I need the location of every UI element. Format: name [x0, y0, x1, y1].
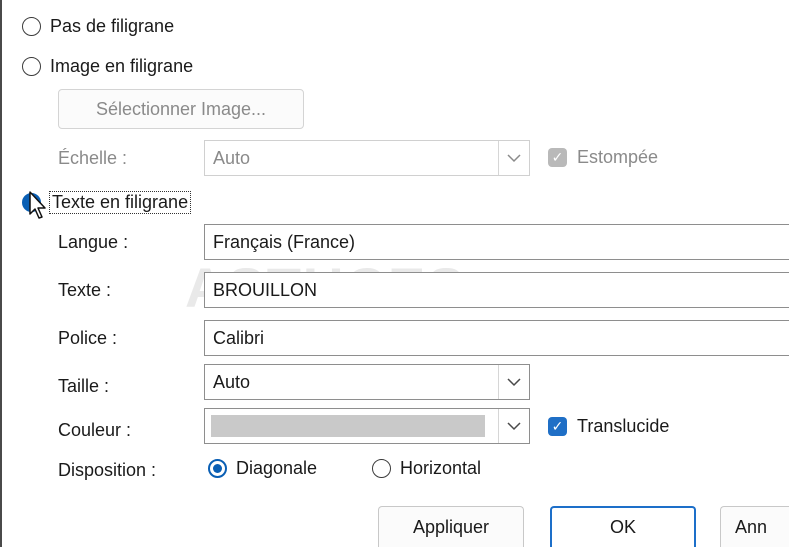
color-dropdown[interactable]: [204, 408, 530, 444]
radio-image-watermark[interactable]: [22, 57, 41, 76]
translucent-checkbox[interactable]: ✓: [548, 417, 567, 436]
language-label: Langue :: [58, 232, 129, 252]
layout-horizontal-label: Horizontal: [400, 458, 482, 478]
washout-label: Estompée: [577, 147, 659, 167]
option-no-watermark[interactable]: Pas de filigrane: [22, 16, 174, 37]
text-field[interactable]: BROUILLON: [204, 272, 789, 308]
radio-horizontal[interactable]: [372, 459, 391, 478]
font-value: Calibri: [213, 327, 265, 348]
select-image-button[interactable]: Sélectionner Image...: [58, 89, 304, 129]
layout-horizontal-option[interactable]: Horizontal: [372, 458, 481, 479]
scale-row: Échelle :: [58, 148, 127, 169]
chevron-down-icon[interactable]: [498, 409, 529, 443]
size-value: Auto: [213, 371, 251, 392]
mouse-cursor-icon: [28, 190, 48, 225]
translucent-checkbox-row[interactable]: ✓ Translucide: [548, 416, 669, 437]
size-label: Taille :: [58, 376, 110, 396]
size-dropdown[interactable]: Auto: [204, 364, 530, 400]
option-no-watermark-label: Pas de filigrane: [50, 16, 175, 36]
option-image-watermark-label: Image en filigrane: [50, 56, 194, 76]
option-image-watermark[interactable]: Image en filigrane: [22, 56, 193, 77]
washout-checkbox[interactable]: ✓: [548, 148, 567, 167]
cancel-button[interactable]: Ann: [720, 506, 789, 547]
language-value: Français (France): [213, 231, 356, 252]
radio-no-watermark[interactable]: [22, 17, 41, 36]
washout-checkbox-row[interactable]: ✓ Estompée: [548, 147, 658, 168]
text-value: BROUILLON: [213, 279, 318, 300]
chevron-down-icon[interactable]: [498, 141, 529, 175]
language-field[interactable]: Français (France): [204, 224, 789, 260]
color-label: Couleur :: [58, 420, 132, 440]
radio-diagonal[interactable]: [208, 459, 227, 478]
translucent-label: Translucide: [577, 416, 670, 436]
layout-label: Disposition :: [58, 460, 157, 480]
font-label: Police :: [58, 328, 118, 348]
apply-button[interactable]: Appliquer: [378, 506, 524, 547]
ok-button[interactable]: OK: [550, 506, 696, 547]
layout-diagonal-option[interactable]: Diagonale: [208, 458, 317, 479]
scale-value: Auto: [213, 147, 251, 168]
option-text-watermark-label: Texte en filigrane: [49, 191, 192, 214]
scale-dropdown[interactable]: Auto: [204, 140, 530, 176]
font-field[interactable]: Calibri: [204, 320, 789, 356]
layout-diagonal-label: Diagonale: [236, 458, 318, 478]
chevron-down-icon[interactable]: [498, 365, 529, 399]
text-label: Texte :: [58, 280, 112, 300]
scale-label: Échelle :: [58, 148, 128, 168]
color-swatch: [211, 415, 485, 437]
